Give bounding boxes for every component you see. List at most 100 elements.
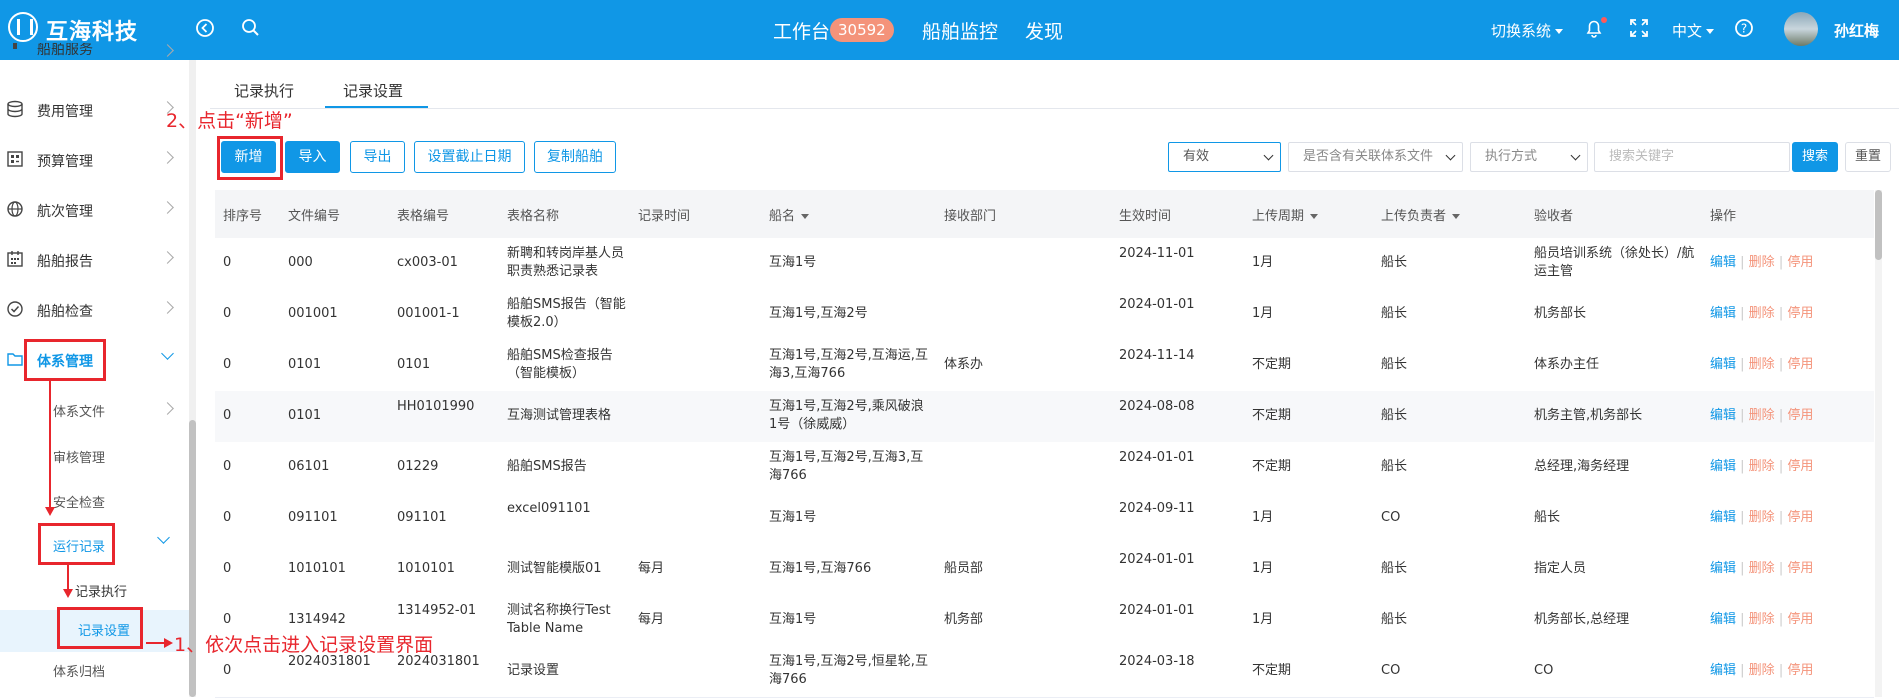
table-scrollbar-track[interactable]	[1875, 190, 1882, 697]
sidebar-item-label: 船舶报告	[37, 254, 93, 270]
cell-file-no: 1314942	[288, 612, 346, 627]
linked-docs-select[interactable]: 是否含有关联体系文件	[1288, 142, 1463, 172]
col-ship[interactable]: 船名	[769, 205, 810, 224]
delete-link[interactable]: 删除	[1749, 459, 1775, 474]
disable-link[interactable]: 停用	[1787, 561, 1813, 576]
edit-link[interactable]: 编辑	[1710, 510, 1736, 525]
sidebar-item-ship-report[interactable]: 船舶报告	[0, 240, 189, 280]
disable-link[interactable]: 停用	[1787, 459, 1813, 474]
annotation-step2: 2、点击“新增”	[166, 110, 293, 132]
cell-acceptor: 体系办主任	[1534, 357, 1600, 372]
delete-link[interactable]: 删除	[1749, 663, 1775, 678]
sidebar-sub-record-exec[interactable]: 记录执行	[75, 581, 127, 600]
cell-uploader: 船长	[1381, 459, 1408, 474]
sidebar-sub-archive[interactable]: 体系归档	[53, 661, 105, 680]
table-scrollbar-thumb[interactable]	[1875, 190, 1882, 260]
delete-link[interactable]: 删除	[1749, 255, 1775, 270]
cell-cycle: 1月	[1252, 561, 1274, 576]
cell-uploader: 船长	[1381, 255, 1408, 270]
col-file-no: 文件编号	[288, 209, 341, 224]
search-button[interactable]: 搜索	[1792, 142, 1838, 172]
edit-link[interactable]: 编辑	[1710, 408, 1736, 423]
nav-ship-monitor[interactable]: 船舶监控	[922, 17, 998, 44]
disable-link[interactable]: 停用	[1787, 510, 1813, 525]
cell-cycle: 1月	[1252, 306, 1274, 321]
delete-link[interactable]: 删除	[1749, 306, 1775, 321]
sidebar-item-ship-inspection[interactable]: 船舶检查	[0, 290, 189, 330]
sidebar-item-label: 预算管理	[37, 154, 93, 170]
delete-link[interactable]: 删除	[1749, 357, 1775, 372]
sort-caret-icon	[1452, 214, 1461, 219]
logo-icon	[8, 12, 38, 42]
col-form-name: 表格名称	[507, 209, 560, 224]
collapse-menu-icon[interactable]	[194, 17, 216, 39]
edit-link[interactable]: 编辑	[1710, 663, 1736, 678]
edit-link[interactable]: 编辑	[1710, 561, 1736, 576]
col-actions: 操作	[1710, 209, 1737, 224]
sidebar-sub-system-docs[interactable]: 体系文件	[53, 401, 105, 420]
cell-file-no: 06101	[288, 459, 330, 474]
row-actions: 编辑 | 删除 | 停用	[1710, 611, 1813, 629]
nav-workbench[interactable]: 工作台	[773, 17, 830, 44]
edit-link[interactable]: 编辑	[1710, 612, 1736, 627]
search-input[interactable]: 搜索关键字	[1594, 142, 1790, 172]
switch-system-dropdown[interactable]: 切换系统	[1491, 20, 1564, 41]
reset-button[interactable]: 重置	[1845, 142, 1891, 172]
chevron-down-icon	[1570, 150, 1581, 161]
cell-uploader: 船长	[1381, 306, 1408, 321]
sidebar-item-ship-service[interactable]: 船舶服务	[0, 43, 189, 67]
delete-link[interactable]: 删除	[1749, 612, 1775, 627]
disable-link[interactable]: 停用	[1787, 408, 1813, 423]
exec-mode-select[interactable]: 执行方式	[1470, 142, 1588, 172]
language-label: 中文	[1672, 22, 1703, 40]
username[interactable]: 孙红梅	[1834, 20, 1879, 41]
edit-link[interactable]: 编辑	[1710, 357, 1736, 372]
language-dropdown[interactable]: 中文	[1672, 20, 1715, 41]
sidebar-item-expense[interactable]: 费用管理	[0, 90, 189, 130]
sidebar-sub-safety-check[interactable]: 安全检查	[53, 492, 105, 511]
edit-link[interactable]: 编辑	[1710, 459, 1736, 474]
delete-link[interactable]: 删除	[1749, 561, 1775, 576]
annotation-step1: 1、依次点击进入记录设置界面	[174, 634, 434, 656]
sidebar-item-budget[interactable]: 预算管理	[0, 140, 189, 180]
delete-link[interactable]: 删除	[1749, 510, 1775, 525]
annotation-arrow-1	[49, 381, 51, 509]
edit-link[interactable]: 编辑	[1710, 306, 1736, 321]
cell-form-no: 091101	[397, 510, 447, 525]
cell-ship: 互海1号	[769, 510, 817, 525]
disable-link[interactable]: 停用	[1787, 306, 1813, 321]
col-uploader[interactable]: 上传负责者	[1381, 205, 1461, 224]
action-separator: |	[1774, 663, 1788, 678]
search-icon[interactable]	[240, 17, 262, 39]
avatar[interactable]	[1784, 12, 1818, 46]
set-deadline-button[interactable]: 设置截止日期	[414, 141, 525, 173]
sidebar-sub-audit[interactable]: 审核管理	[53, 447, 105, 466]
cell-name: excel091101	[507, 501, 591, 516]
fullscreen-icon[interactable]	[1628, 17, 1650, 39]
copy-ship-button[interactable]: 复制船舶	[534, 141, 616, 173]
cell-dept: 船员部	[944, 561, 984, 576]
cell-acceptor: 指定人员	[1534, 561, 1587, 576]
cell-form-no: 0101	[397, 357, 431, 372]
edit-link[interactable]: 编辑	[1710, 255, 1736, 270]
col-acceptor: 验收者	[1534, 209, 1574, 224]
cell-name: 新聘和转岗岸基人员职责熟悉记录表	[507, 246, 625, 279]
col-cycle[interactable]: 上传周期	[1252, 205, 1319, 224]
tab-record-exec[interactable]: 记录执行	[234, 80, 294, 101]
tab-record-settings[interactable]: 记录设置	[343, 80, 403, 101]
disable-link[interactable]: 停用	[1787, 357, 1813, 372]
cell-name: 测试名称换行Test Table Name	[507, 603, 611, 636]
delete-link[interactable]: 删除	[1749, 408, 1775, 423]
cell-form-no: 1010101	[397, 561, 455, 576]
sidebar-item-voyage[interactable]: 航次管理	[0, 190, 189, 230]
help-icon[interactable]: ?	[1733, 17, 1755, 39]
cell-file-no: 1010101	[288, 561, 346, 576]
disable-link[interactable]: 停用	[1787, 612, 1813, 627]
status-select[interactable]: 有效	[1168, 142, 1281, 172]
import-button[interactable]: 导入	[285, 141, 340, 173]
disable-link[interactable]: 停用	[1787, 663, 1813, 678]
disable-link[interactable]: 停用	[1787, 255, 1813, 270]
export-button[interactable]: 导出	[350, 141, 405, 173]
chevron-right-icon	[161, 151, 174, 164]
nav-discover[interactable]: 发现	[1025, 17, 1063, 44]
